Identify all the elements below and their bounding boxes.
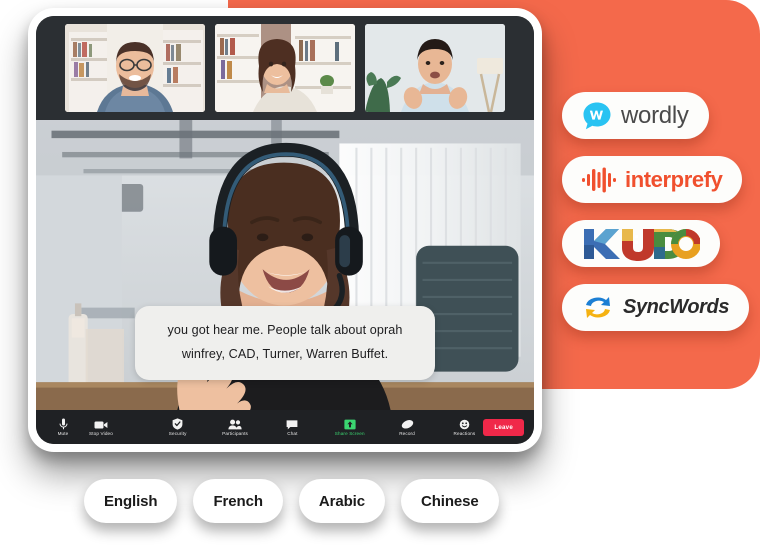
shield-check-icon [172,417,183,430]
toolbar-label-reactions: Reactions [453,431,476,437]
participant-1-image [65,24,205,112]
partner-label-syncwords: SyncWords [623,296,730,318]
toolbar-button-record[interactable]: Record [388,410,426,444]
interprefy-waveform-icon [582,167,616,193]
record-icon [401,417,414,430]
caption-line-2: winfrey, CAD, Turner, Warren Buffet. [181,346,389,361]
participant-thumbnail-2[interactable] [215,24,355,112]
partner-pill-interprefy[interactable]: interprefy [562,156,743,203]
toolbar-button-reactions[interactable]: Reactions [445,410,483,444]
toolbar-label-stop-video: Stop Video [89,431,113,437]
leave-meeting-button[interactable]: Leave [483,418,524,436]
participant-thumbnail-strip [36,16,534,120]
toolbar-label-participants: Participants [222,431,248,437]
microphone-icon [59,417,68,430]
toolbar-button-participants[interactable]: Participants [216,410,254,444]
toolbar-button-chat[interactable]: Chat [273,410,311,444]
people-icon [228,417,242,430]
partner-pill-wordly[interactable]: wordly [562,92,709,139]
partner-pill-syncwords[interactable]: SyncWords [562,284,750,331]
live-caption-bubble: you got hear me. People talk about oprah… [135,306,435,380]
language-pill-french[interactable]: French [193,479,283,523]
zoom-toolbar: Mute Stop Video Security Participants Ch… [36,410,534,444]
toolbar-button-mute[interactable]: Mute [44,410,82,444]
toolbar-label-chat: Chat [287,431,298,437]
toolbar-label-record: Record [399,431,415,437]
syncwords-sync-arrows-icon [582,294,614,322]
caption-line-1: you got hear me. People talk about oprah [167,323,403,338]
reactions-icon [459,417,470,430]
wordly-speech-bubble-icon [582,101,612,131]
meeting-screen: you got hear me. People talk about oprah… [36,16,534,444]
participant-thumbnail-3[interactable] [365,24,505,112]
active-speaker-video[interactable]: you got hear me. People talk about oprah… [36,120,534,410]
toolbar-label-share-screen: Share Screen [334,431,365,437]
participant-2-image [215,24,355,112]
participant-thumbnail-1[interactable] [65,24,205,112]
video-camera-icon [94,417,108,430]
toolbar-label-mute: Mute [57,431,69,437]
language-pill-chinese[interactable]: Chinese [401,479,499,523]
video-call-device: you got hear me. People talk about oprah… [28,8,542,452]
partner-label-interprefy: interprefy [625,166,723,192]
kudo-wordmark-icon [582,227,700,261]
partner-logo-list: wordly interprefy SyncWords [562,92,760,331]
participant-3-image [365,24,505,112]
page-root: you got hear me. People talk about oprah… [0,0,760,560]
partner-label-wordly: wordly [621,101,689,129]
toolbar-button-security[interactable]: Security [159,410,197,444]
toolbar-button-share-screen[interactable]: Share Screen [331,410,369,444]
language-pill-list: English French Arabic Chinese [84,479,499,523]
language-pill-arabic[interactable]: Arabic [298,479,385,523]
language-pill-english[interactable]: English [84,479,178,523]
toolbar-label-security: Security [168,431,187,437]
share-screen-icon [344,417,356,430]
partner-pill-kudo[interactable] [562,220,720,267]
chat-bubble-icon [286,417,298,430]
toolbar-button-stop-video[interactable]: Stop Video [82,410,120,444]
